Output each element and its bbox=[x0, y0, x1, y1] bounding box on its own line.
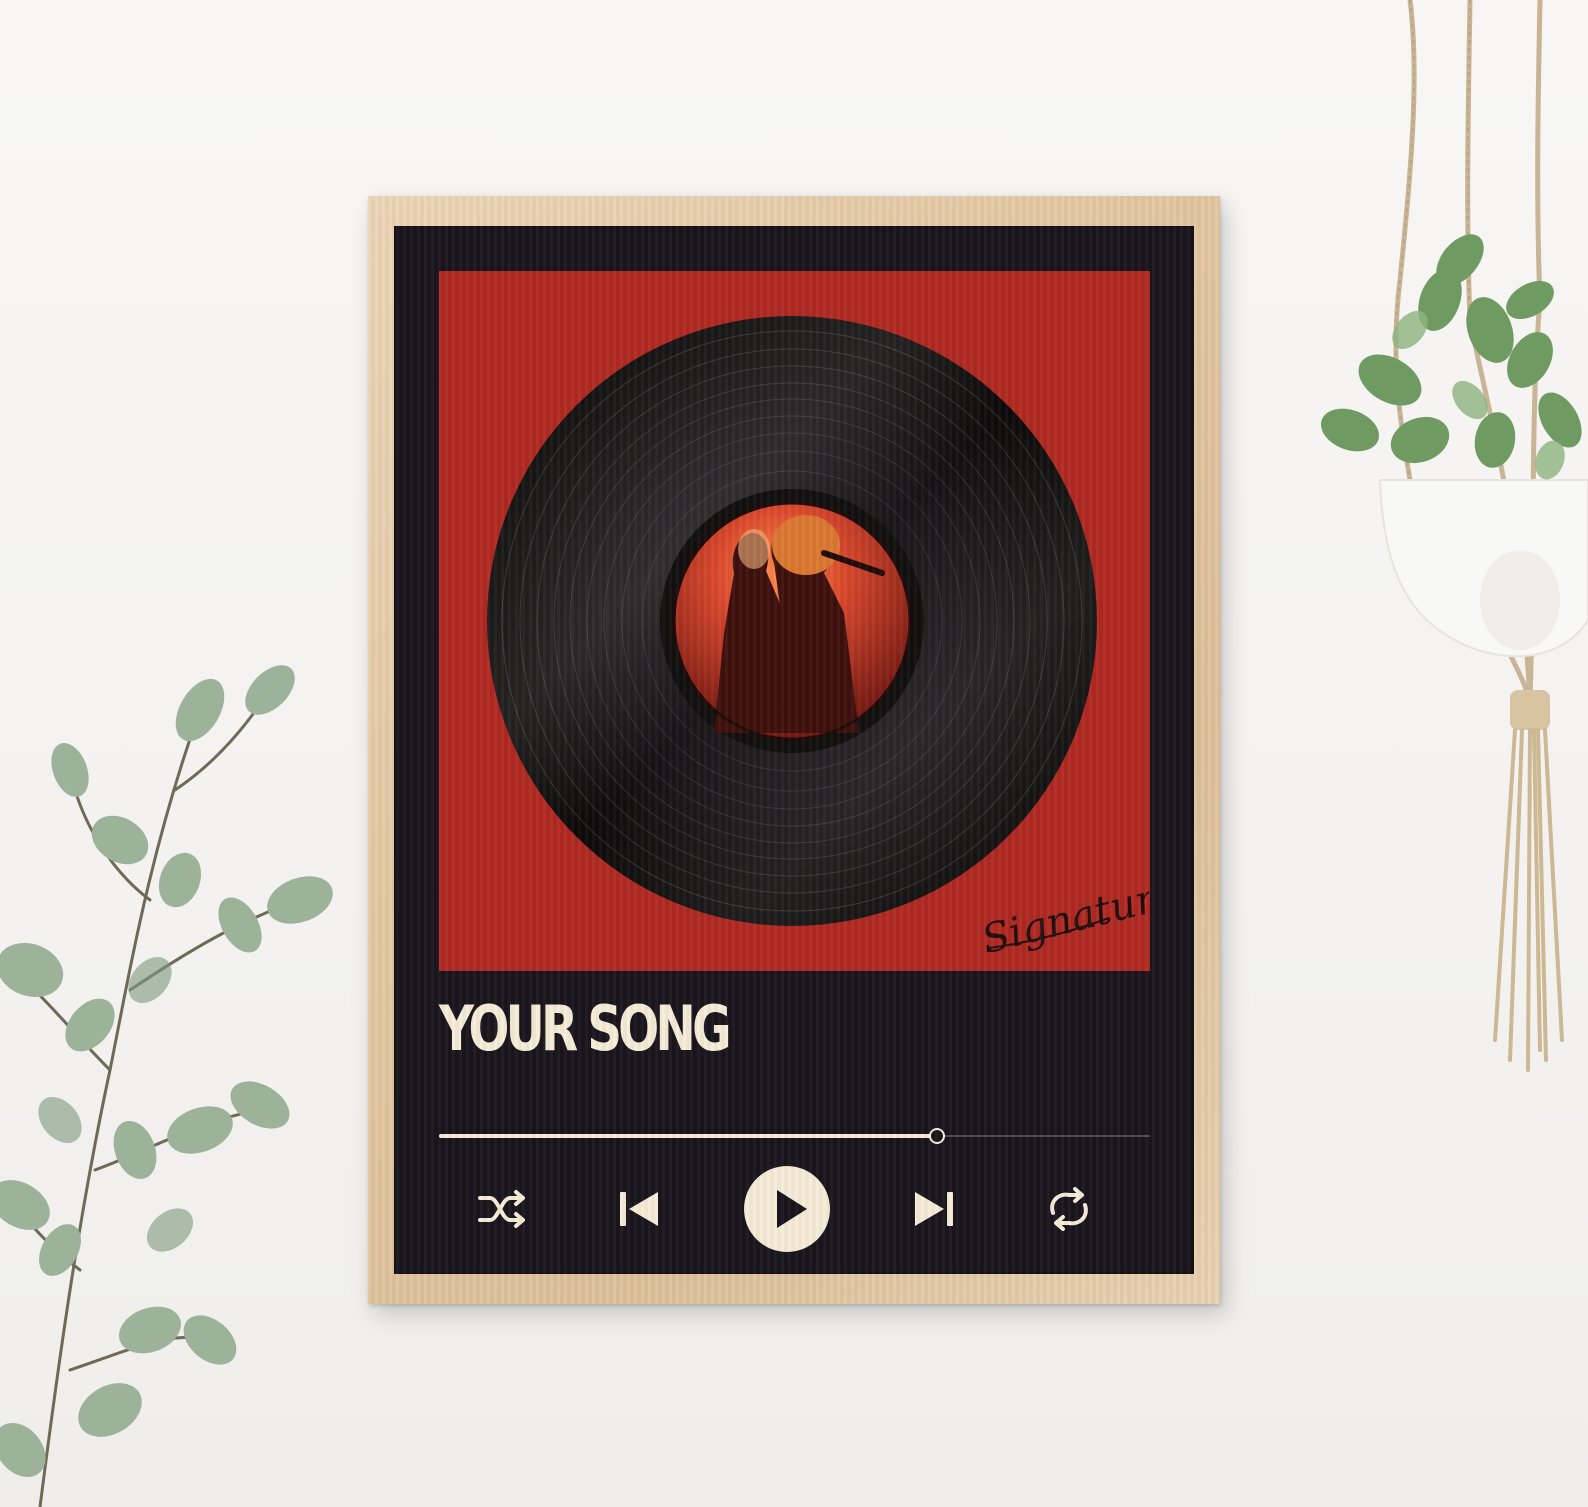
song-title: YOUR SONG bbox=[439, 992, 732, 1065]
play-icon bbox=[744, 1166, 830, 1252]
progress-fill bbox=[439, 1134, 937, 1138]
next-track-button[interactable] bbox=[889, 1161, 979, 1257]
repeat-icon bbox=[1050, 1187, 1088, 1231]
hanging-planter-decoration bbox=[1320, 0, 1588, 1072]
progress-bar[interactable] bbox=[439, 1128, 1150, 1144]
scene: Signature YOUR SONG bbox=[0, 0, 1588, 1507]
album-art: Signature bbox=[439, 271, 1150, 971]
shuffle-icon bbox=[478, 1190, 525, 1228]
shuffle-button[interactable] bbox=[459, 1161, 549, 1257]
progress-knob[interactable] bbox=[928, 1128, 945, 1144]
vinyl-record bbox=[484, 313, 1100, 929]
previous-track-button[interactable] bbox=[594, 1161, 684, 1257]
repeat-button[interactable] bbox=[1024, 1161, 1114, 1257]
play-button[interactable] bbox=[742, 1161, 832, 1257]
wooden-frame: Signature YOUR SONG bbox=[368, 196, 1220, 1304]
svg-text:Signature: Signature bbox=[977, 870, 1149, 963]
eucalyptus-branch-decoration bbox=[0, 665, 333, 1507]
next-track-icon bbox=[915, 1192, 953, 1226]
playback-controls bbox=[439, 1161, 1150, 1257]
signature-mark: Signature bbox=[977, 870, 1149, 963]
music-player-poster: Signature YOUR SONG bbox=[394, 226, 1194, 1274]
previous-track-icon bbox=[620, 1192, 658, 1226]
